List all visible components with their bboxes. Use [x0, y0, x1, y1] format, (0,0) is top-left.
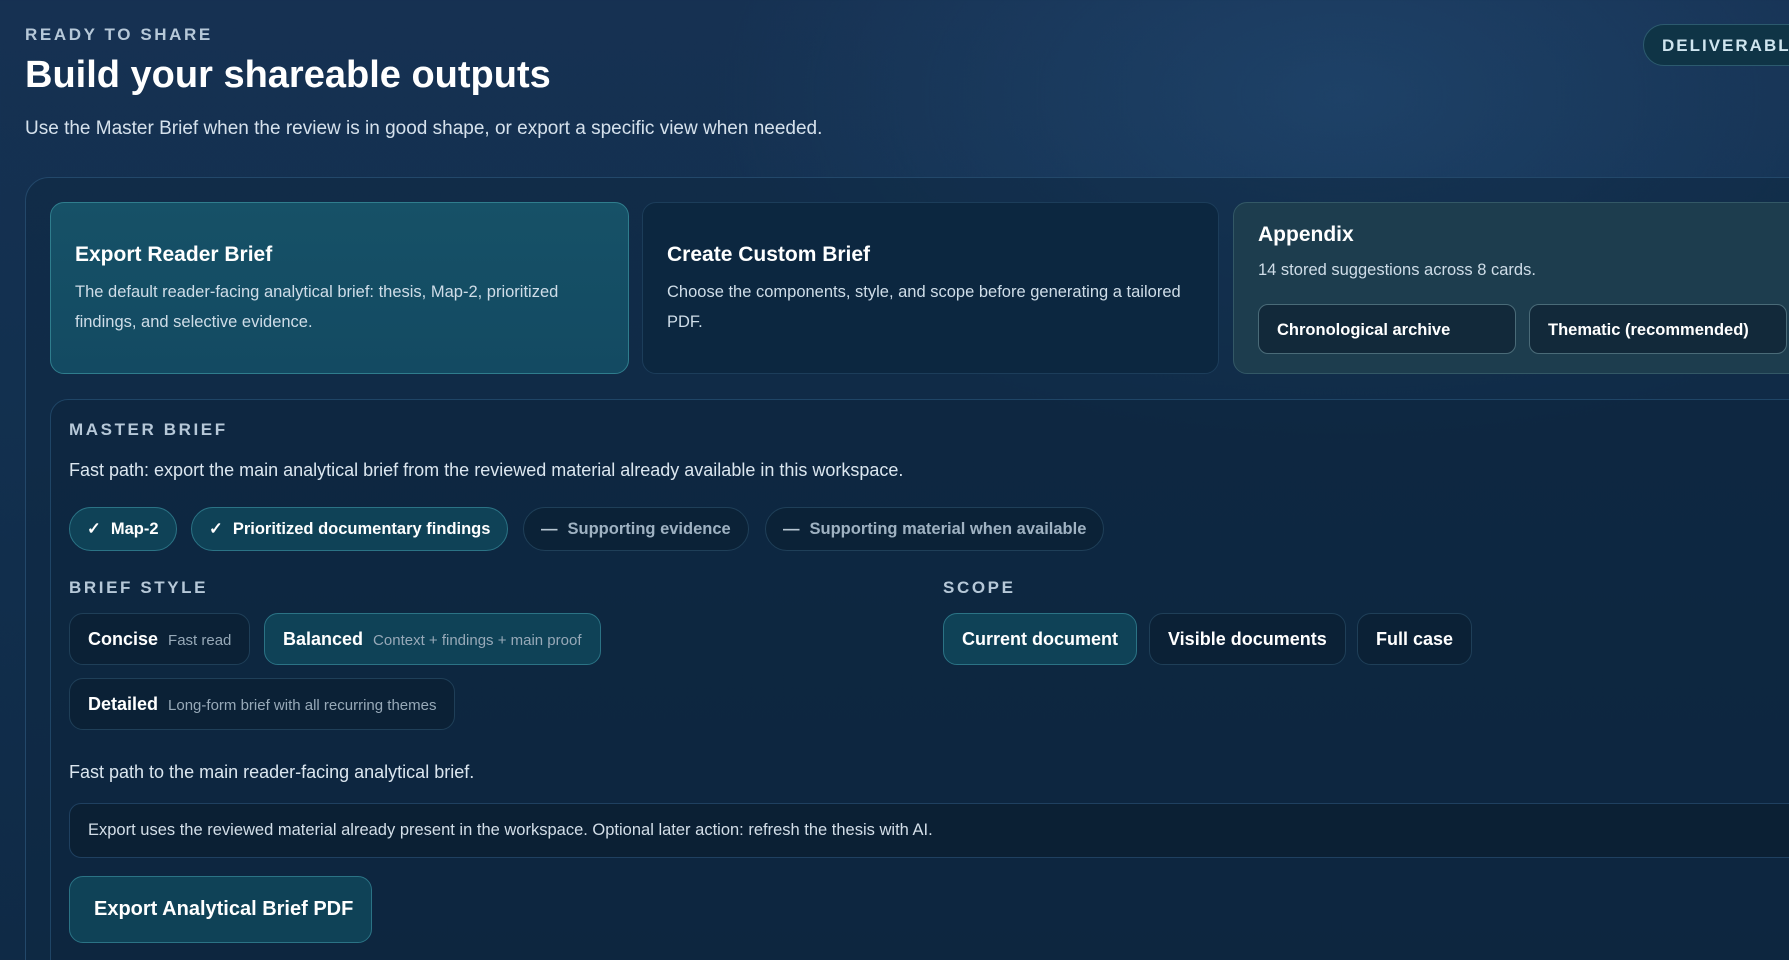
option-hint: Long-form brief with all recurring theme… [168, 697, 437, 714]
option-name: Detailed [88, 694, 159, 714]
style-option-concise[interactable]: Concise Fast read [69, 613, 251, 665]
page-title: Build your shareable outputs [25, 54, 551, 96]
appendix-card: Appendix 14 stored suggestions across 8 … [1233, 202, 1789, 374]
check-icon: ✓ [87, 520, 101, 538]
option-name: Full case [1376, 629, 1454, 649]
option-hint: Fast read [168, 632, 232, 649]
option-name: Concise [88, 629, 159, 649]
component-chip-supporting-evidence[interactable]: — Supporting evidence [523, 507, 749, 551]
page-subtitle: Use the Master Brief when the review is … [25, 118, 823, 139]
create-custom-brief-card[interactable]: Create Custom Brief Choose the component… [642, 202, 1219, 374]
deliverables-pill[interactable]: DELIVERABL [1643, 24, 1789, 66]
card-title: Create Custom Brief [667, 243, 871, 266]
scope-label: SCOPE [943, 578, 1016, 597]
chip-label: Prioritized documentary findings [232, 520, 491, 538]
option-hint: Context + findings + main proof [373, 632, 582, 649]
master-brief-description: Fast path: export the main analytical br… [69, 460, 904, 480]
card-description: 14 stored suggestions across 8 cards. [1258, 261, 1536, 279]
chip-label: Map-2 [110, 520, 159, 538]
section-eyebrow: READY TO SHARE [25, 25, 213, 44]
check-icon: ✓ [209, 520, 223, 538]
component-chip-prioritized-findings[interactable]: ✓ Prioritized documentary findings [191, 507, 509, 551]
option-name: Balanced [283, 629, 364, 649]
scope-option-full-case[interactable]: Full case [1357, 613, 1473, 665]
dash-icon: — [541, 520, 558, 538]
style-option-balanced[interactable]: Balanced Context + findings + main proof [264, 613, 601, 665]
export-reader-brief-card[interactable]: Export Reader Brief The default reader-f… [50, 202, 629, 374]
fast-path-text: Fast path to the main reader-facing anal… [69, 762, 475, 782]
option-name: Visible documents [1168, 629, 1327, 649]
option-name: Current document [962, 629, 1119, 649]
component-chip-supporting-material[interactable]: — Supporting material when available [765, 507, 1105, 551]
card-description: Choose the components, style, and scope … [667, 283, 1181, 331]
scope-option-visible-documents[interactable]: Visible documents [1149, 613, 1346, 665]
card-description: The default reader-facing analytical bri… [75, 283, 559, 331]
page: READY TO SHARE Build your shareable outp… [0, 0, 1789, 960]
scope-option-current-document[interactable]: Current document [943, 613, 1138, 665]
export-note: Export uses the reviewed material alread… [69, 803, 1789, 858]
dash-icon: — [783, 520, 800, 538]
chronological-archive-button[interactable]: Chronological archive [1258, 304, 1516, 354]
chip-label: Supporting material when available [809, 520, 1087, 538]
style-option-detailed[interactable]: Detailed Long-form brief with all recurri… [69, 678, 456, 730]
card-title: Appendix [1258, 223, 1354, 246]
card-title: Export Reader Brief [75, 243, 273, 266]
component-chip-map-2[interactable]: ✓ Map-2 [69, 507, 177, 551]
thematic-recommended-button[interactable]: Thematic (recommended) [1529, 304, 1787, 354]
chip-label: Supporting evidence [567, 520, 731, 538]
master-brief-label: MASTER BRIEF [69, 420, 228, 439]
export-analytical-brief-pdf-button[interactable]: Export Analytical Brief PDF [69, 876, 372, 943]
brief-style-label: BRIEF STYLE [69, 578, 209, 597]
